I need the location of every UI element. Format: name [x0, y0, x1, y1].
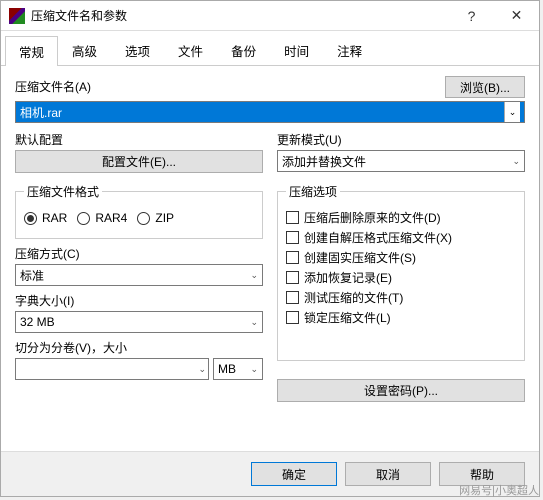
chevron-down-icon: ⌄ — [512, 156, 520, 167]
update-mode-select[interactable]: 添加并替换文件 ⌄ — [277, 150, 525, 172]
update-mode-label: 更新模式(U) — [277, 131, 525, 148]
chevron-down-icon: ⌄ — [250, 364, 258, 375]
check-recovery[interactable]: 添加恢复记录(E) — [286, 269, 516, 286]
dict-label: 字典大小(I) — [15, 292, 263, 309]
watermark: 网易号|小奥超人 — [459, 482, 539, 498]
tab-general[interactable]: 常规 — [5, 36, 58, 66]
chevron-down-icon[interactable]: ⌄ — [504, 102, 520, 122]
tab-time[interactable]: 时间 — [270, 35, 323, 65]
radio-rar[interactable]: RAR — [24, 211, 67, 225]
cancel-button[interactable]: 取消 — [345, 462, 431, 486]
check-lock[interactable]: 锁定压缩文件(L) — [286, 309, 516, 326]
close-button[interactable]: ✕ — [494, 1, 539, 30]
check-solid[interactable]: 创建固实压缩文件(S) — [286, 249, 516, 266]
checkbox-icon — [286, 291, 299, 304]
options-group: 压缩选项 压缩后删除原来的文件(D) 创建自解压格式压缩文件(X) 创建固实压缩… — [277, 183, 525, 361]
check-test[interactable]: 测试压缩的文件(T) — [286, 289, 516, 306]
filename-label: 压缩文件名(A) — [15, 78, 91, 95]
tab-comment[interactable]: 注释 — [323, 35, 376, 65]
radio-icon — [77, 212, 90, 225]
filename-input[interactable]: 相机.rar ⌄ — [15, 101, 525, 123]
default-profile-label: 默认配置 — [15, 131, 263, 148]
window-title: 压缩文件名和参数 — [31, 7, 449, 24]
tab-options[interactable]: 选项 — [111, 35, 164, 65]
radio-icon — [137, 212, 150, 225]
checkbox-icon — [286, 311, 299, 324]
dict-select[interactable]: 32 MB ⌄ — [15, 311, 263, 333]
profile-button[interactable]: 配置文件(E)... — [15, 150, 263, 173]
check-sfx[interactable]: 创建自解压格式压缩文件(X) — [286, 229, 516, 246]
format-group: 压缩文件格式 RAR RAR4 ZIP — [15, 183, 263, 239]
method-select[interactable]: 标准 ⌄ — [15, 264, 263, 286]
checkbox-icon — [286, 271, 299, 284]
options-legend: 压缩选项 — [286, 183, 340, 200]
radio-zip[interactable]: ZIP — [137, 211, 174, 225]
chevron-down-icon: ⌄ — [250, 270, 258, 281]
tab-files[interactable]: 文件 — [164, 35, 217, 65]
tab-backup[interactable]: 备份 — [217, 35, 270, 65]
volume-label: 切分为分卷(V)，大小 — [15, 339, 263, 356]
browse-button[interactable]: 浏览(B)... — [445, 76, 525, 98]
method-value: 标准 — [20, 267, 44, 284]
tab-advanced[interactable]: 高级 — [58, 35, 111, 65]
help-button[interactable]: ? — [449, 1, 494, 30]
dialog-window: 压缩文件名和参数 ? ✕ 常规 高级 选项 文件 备份 时间 注释 压缩文件名(… — [0, 0, 540, 497]
checkbox-icon — [286, 231, 299, 244]
radio-icon — [24, 212, 37, 225]
chevron-down-icon: ⌄ — [250, 317, 258, 328]
tab-strip: 常规 高级 选项 文件 备份 时间 注释 — [1, 35, 539, 66]
checkbox-icon — [286, 251, 299, 264]
ok-button[interactable]: 确定 — [251, 462, 337, 486]
chevron-down-icon: ⌄ — [198, 364, 206, 375]
update-mode-value: 添加并替换文件 — [282, 153, 366, 170]
window-controls: ? ✕ — [449, 1, 539, 30]
volume-size-input[interactable]: ⌄ — [15, 358, 209, 380]
password-button[interactable]: 设置密码(P)... — [277, 379, 525, 402]
check-delete-after[interactable]: 压缩后删除原来的文件(D) — [286, 209, 516, 226]
titlebar: 压缩文件名和参数 ? ✕ — [1, 1, 539, 31]
dialog-body: 压缩文件名(A) 浏览(B)... 相机.rar ⌄ 默认配置 配置文件(E).… — [1, 66, 539, 451]
volume-unit-select[interactable]: MB ⌄ — [213, 358, 263, 380]
radio-rar4[interactable]: RAR4 — [77, 211, 127, 225]
dict-value: 32 MB — [20, 315, 55, 329]
app-icon — [9, 8, 25, 24]
format-legend: 压缩文件格式 — [24, 183, 102, 200]
checkbox-icon — [286, 211, 299, 224]
method-label: 压缩方式(C) — [15, 245, 263, 262]
filename-value: 相机.rar — [20, 104, 62, 121]
